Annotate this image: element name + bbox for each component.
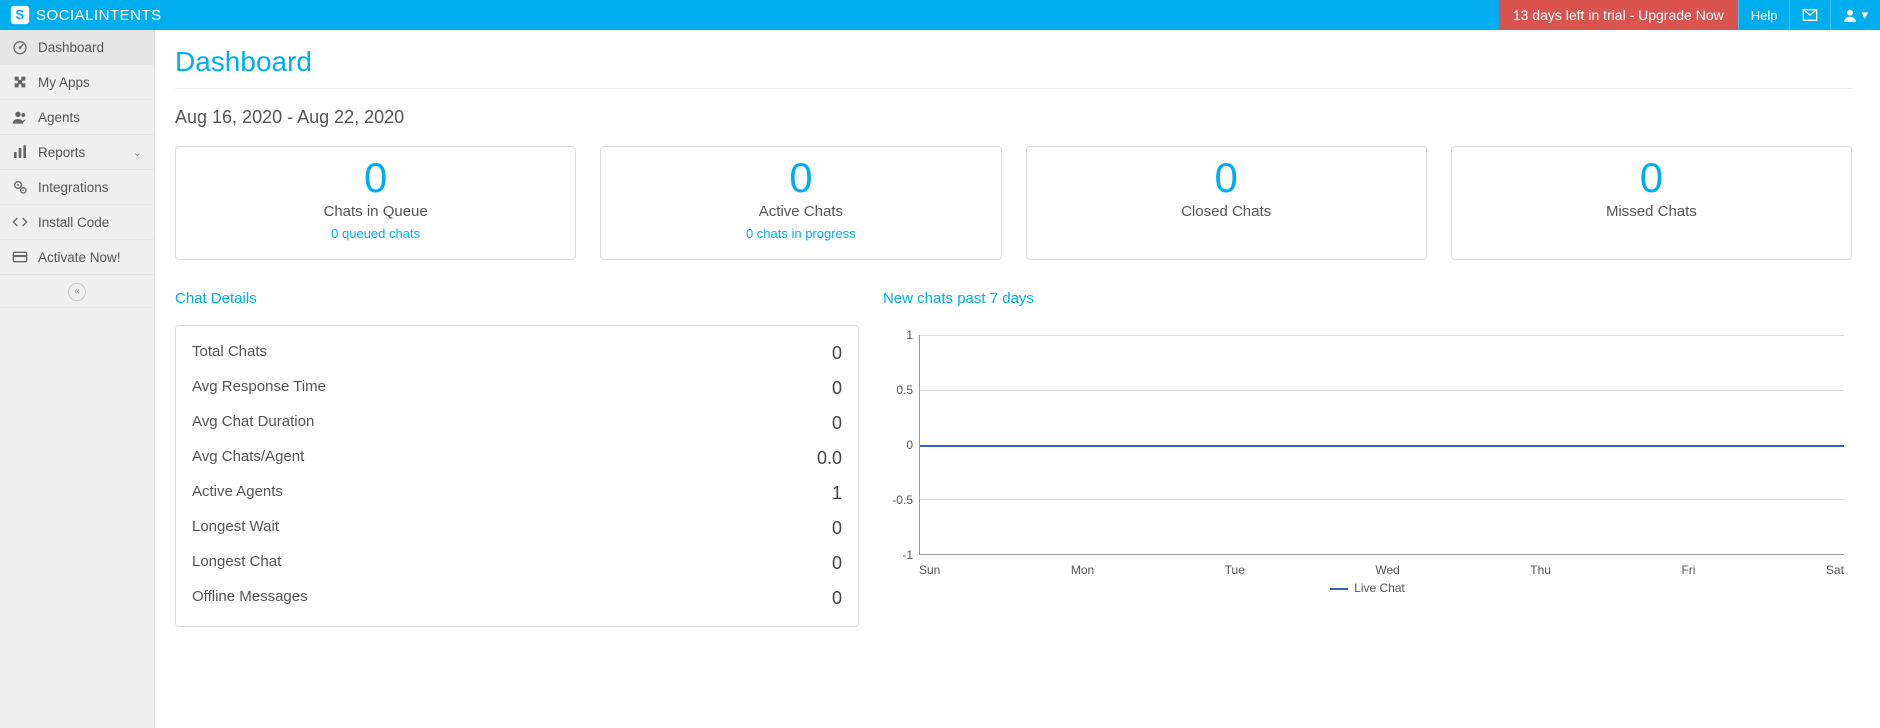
sidebar-item-installcode[interactable]: Install Code bbox=[0, 205, 154, 240]
row-value: 0 bbox=[832, 343, 842, 364]
row-label: Avg Response Time bbox=[192, 378, 326, 399]
sidebar-label: My Apps bbox=[38, 75, 90, 90]
card-closed-chats: 0 Closed Chats bbox=[1026, 146, 1427, 260]
table-row: Total Chats 0 bbox=[192, 336, 842, 371]
sidebar: Dashboard My Apps Agents Reports ⌄ Integ… bbox=[0, 30, 155, 728]
y-tick: -0.5 bbox=[892, 493, 913, 507]
caret-down-icon: ▾ bbox=[1861, 7, 1868, 23]
y-tick: -1 bbox=[902, 548, 913, 562]
x-tick: Fri bbox=[1681, 563, 1695, 577]
sidebar-item-activate[interactable]: Activate Now! bbox=[0, 240, 154, 275]
main-content: Dashboard Aug 16, 2020 - Aug 22, 2020 0 … bbox=[155, 30, 1880, 728]
code-icon bbox=[12, 214, 28, 230]
x-tick: Mon bbox=[1071, 563, 1094, 577]
sidebar-item-agents[interactable]: Agents bbox=[0, 100, 154, 135]
row-value: 0 bbox=[832, 378, 842, 399]
row-value: 0.0 bbox=[817, 448, 842, 469]
barchart-icon bbox=[12, 144, 28, 160]
chevron-left-icon: « bbox=[68, 283, 86, 301]
x-tick: Wed bbox=[1375, 563, 1399, 577]
legend-label: Live Chat bbox=[1354, 581, 1405, 595]
card-active-chats: 0 Active Chats 0 chats in progress bbox=[600, 146, 1001, 260]
table-row: Avg Chat Duration 0 bbox=[192, 406, 842, 441]
card-missed-chats: 0 Missed Chats bbox=[1451, 146, 1852, 260]
topbar: S SOCIALINTENTS 13 days left in trial - … bbox=[0, 0, 1880, 30]
help-button[interactable]: Help bbox=[1738, 0, 1790, 30]
card-chats-in-queue: 0 Chats in Queue 0 queued chats bbox=[175, 146, 576, 260]
users-icon bbox=[12, 109, 28, 125]
row-label: Longest Wait bbox=[192, 518, 279, 539]
date-range: Aug 16, 2020 - Aug 22, 2020 bbox=[175, 107, 1852, 128]
y-tick: 1 bbox=[906, 328, 913, 342]
upgrade-now-button[interactable]: 13 days left in trial - Upgrade Now bbox=[1499, 0, 1738, 30]
sidebar-label: Activate Now! bbox=[38, 250, 121, 265]
card-sublink[interactable]: 0 queued chats bbox=[186, 226, 565, 241]
table-row: Longest Chat 0 bbox=[192, 546, 842, 581]
card-value: 0 bbox=[611, 157, 990, 199]
series-live-chat bbox=[920, 445, 1844, 447]
sidebar-item-reports[interactable]: Reports ⌄ bbox=[0, 135, 154, 170]
card-sublink[interactable]: 0 chats in progress bbox=[611, 226, 990, 241]
y-tick: 0.5 bbox=[896, 383, 913, 397]
plot-area bbox=[919, 335, 1844, 555]
sidebar-label: Agents bbox=[38, 110, 80, 125]
collapse-sidebar[interactable]: « bbox=[0, 275, 154, 308]
svg-text:S: S bbox=[15, 7, 24, 22]
x-tick: Tue bbox=[1225, 563, 1245, 577]
y-tick: 0 bbox=[906, 438, 913, 452]
card-value: 0 bbox=[186, 157, 565, 199]
row-value: 0 bbox=[832, 413, 842, 434]
table-row: Offline Messages 0 bbox=[192, 581, 842, 616]
card-label: Missed Chats bbox=[1462, 203, 1841, 220]
brand-text: SOCIALINTENTS bbox=[36, 7, 162, 24]
chat-details-table: Total Chats 0 Avg Response Time 0 Avg Chat… bbox=[175, 325, 859, 627]
row-label: Avg Chats/Agent bbox=[192, 448, 304, 469]
sidebar-item-myapps[interactable]: My Apps bbox=[0, 65, 154, 100]
row-value: 1 bbox=[832, 483, 842, 504]
dashboard-icon bbox=[12, 39, 28, 55]
sidebar-item-integrations[interactable]: Integrations bbox=[0, 170, 154, 205]
table-row: Avg Chats/Agent 0.0 bbox=[192, 441, 842, 476]
row-value: 0 bbox=[832, 553, 842, 574]
x-axis: Sun Mon Tue Wed Thu Fri Sat bbox=[919, 563, 1844, 577]
card-label: Active Chats bbox=[611, 203, 990, 220]
x-tick: Sun bbox=[919, 563, 940, 577]
row-value: 0 bbox=[832, 588, 842, 609]
card-value: 0 bbox=[1462, 157, 1841, 199]
table-row: Active Agents 1 bbox=[192, 476, 842, 511]
card-label: Chats in Queue bbox=[186, 203, 565, 220]
sidebar-label: Reports bbox=[38, 145, 85, 160]
legend: Live Chat bbox=[883, 581, 1852, 595]
mail-icon[interactable] bbox=[1789, 0, 1830, 30]
puzzle-icon bbox=[12, 74, 28, 90]
x-tick: Thu bbox=[1530, 563, 1551, 577]
row-label: Offline Messages bbox=[192, 588, 308, 609]
page-title: Dashboard bbox=[175, 46, 1852, 89]
row-label: Avg Chat Duration bbox=[192, 413, 314, 434]
chevron-down-icon: ⌄ bbox=[133, 146, 142, 159]
row-label: Longest Chat bbox=[192, 553, 281, 574]
table-row: Avg Response Time 0 bbox=[192, 371, 842, 406]
sidebar-label: Dashboard bbox=[38, 40, 104, 55]
table-row: Longest Wait 0 bbox=[192, 511, 842, 546]
row-value: 0 bbox=[832, 518, 842, 539]
card-label: Closed Chats bbox=[1037, 203, 1416, 220]
chat-details-title: Chat Details bbox=[175, 290, 859, 307]
card-value: 0 bbox=[1037, 157, 1416, 199]
creditcard-icon bbox=[12, 249, 28, 265]
row-label: Total Chats bbox=[192, 343, 267, 364]
user-menu[interactable]: ▾ bbox=[1830, 0, 1880, 30]
stat-cards: 0 Chats in Queue 0 queued chats 0 Active… bbox=[175, 146, 1852, 260]
brand-logo[interactable]: S SOCIALINTENTS bbox=[0, 0, 172, 30]
chart-title: New chats past 7 days bbox=[883, 290, 1852, 307]
sidebar-label: Integrations bbox=[38, 180, 109, 195]
sidebar-label: Install Code bbox=[38, 215, 109, 230]
sidebar-item-dashboard[interactable]: Dashboard bbox=[0, 30, 154, 65]
row-label: Active Agents bbox=[192, 483, 283, 504]
x-tick: Sat bbox=[1826, 563, 1844, 577]
gears-icon bbox=[12, 179, 28, 195]
line-chart: 1 0.5 0 -0.5 -1 Sun bbox=[883, 325, 1852, 595]
